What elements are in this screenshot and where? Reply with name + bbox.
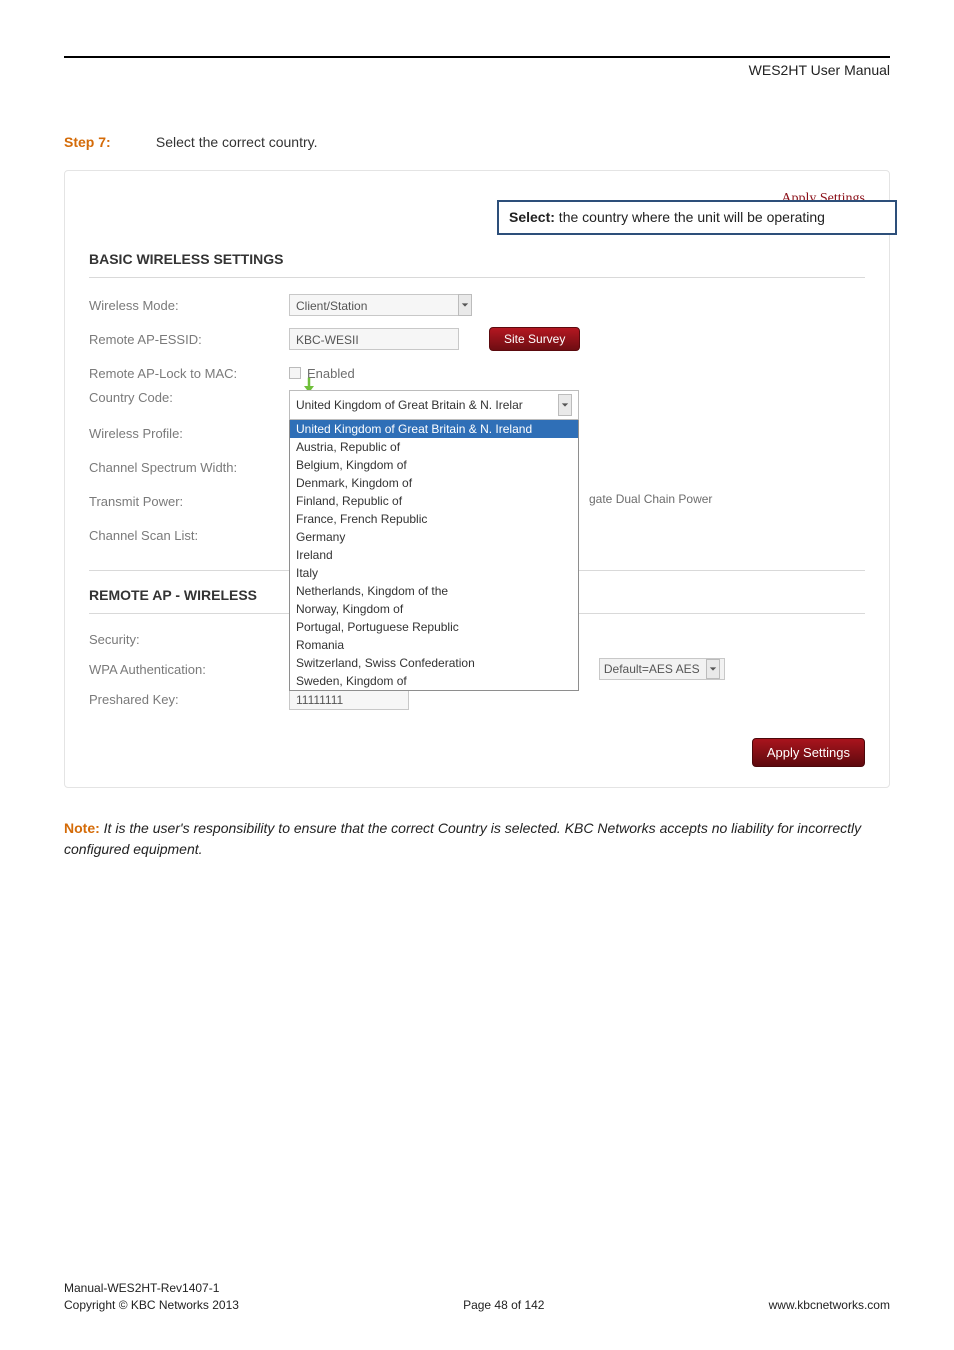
settings-panel: Apply Settings Select: the country where… <box>64 170 890 788</box>
wireless-mode-select[interactable]: Client/Station <box>289 294 459 316</box>
label-remote-mac: Remote AP-Lock to MAC: <box>89 366 289 381</box>
row-remote-mac: Remote AP-Lock to MAC: Enabled <box>89 356 865 390</box>
step-label: Step 7: <box>64 134 152 150</box>
country-option[interactable]: France, French Republic <box>290 510 578 528</box>
preshared-key-input[interactable]: 11111111 <box>289 688 409 710</box>
country-option[interactable]: Denmark, Kingdom of <box>290 474 578 492</box>
country-option[interactable]: Italy <box>290 564 578 582</box>
label-preshared-key: Preshared Key: <box>89 692 289 707</box>
country-code-dropdown-button[interactable] <box>558 394 572 416</box>
country-code-selected-text: United Kingdom of Great Britain & N. Ire… <box>296 398 523 412</box>
dual-chain-power-text: gate Dual Chain Power <box>589 492 712 506</box>
country-option[interactable]: Finland, Republic of <box>290 492 578 510</box>
callout-box: Select: the country where the unit will … <box>497 200 897 235</box>
footer-left-2: Copyright © KBC Networks 2013 <box>64 1297 239 1314</box>
doc-title: WES2HT User Manual <box>749 62 890 78</box>
note-text: It is the user's responsibility to ensur… <box>64 820 861 857</box>
note-bold: Note: <box>64 820 100 836</box>
country-option[interactable]: Sweden, Kingdom of <box>290 672 578 690</box>
cipher-type-value: Default=AES AES <box>604 662 700 676</box>
country-option[interactable]: Portugal, Portuguese Republic <box>290 618 578 636</box>
label-wireless-mode: Wireless Mode: <box>89 298 289 313</box>
footer-left-1: Manual-WES2HT-Rev1407-1 <box>64 1280 239 1297</box>
apply-settings-button[interactable]: Apply Settings <box>752 738 865 767</box>
section-title-remote: REMOTE AP - WIRELESS <box>89 587 257 603</box>
country-code-selected[interactable]: United Kingdom of Great Britain & N. Ire… <box>289 390 579 420</box>
step-text: Select the correct country. <box>156 134 318 150</box>
row-country-code: Country Code: United Kingdom of Great Br… <box>89 390 865 416</box>
callout-text: the country where the unit will be opera… <box>555 209 825 225</box>
site-survey-button[interactable]: Site Survey <box>489 327 580 351</box>
country-option[interactable]: Norway, Kingdom of <box>290 600 578 618</box>
footer-right: www.kbcnetworks.com <box>769 1297 890 1314</box>
country-option[interactable]: Switzerland, Swiss Confederation <box>290 654 578 672</box>
footer-center: Page 48 of 142 <box>463 1297 544 1314</box>
wireless-mode-dropdown-button[interactable] <box>458 294 472 316</box>
country-option[interactable]: Ireland <box>290 546 578 564</box>
label-transmit-power: Transmit Power: <box>89 494 289 509</box>
country-option[interactable]: Netherlands, Kingdom of the <box>290 582 578 600</box>
country-option[interactable]: Austria, Republic of <box>290 438 578 456</box>
cipher-type-select[interactable]: Default=AES AES <box>599 658 725 680</box>
label-wpa-auth: WPA Authentication: <box>89 662 289 677</box>
step-row: Step 7: Select the correct country. <box>64 134 890 150</box>
label-security: Security: <box>89 632 289 647</box>
cipher-type-dropdown-button[interactable] <box>706 659 720 679</box>
label-wireless-profile: Wireless Profile: <box>89 426 289 441</box>
remote-essid-input[interactable]: KBC-WESII <box>289 328 459 350</box>
row-remote-essid: Remote AP-ESSID: KBC-WESII Site Survey <box>89 322 865 356</box>
label-scan-list: Channel Scan List: <box>89 528 289 543</box>
country-code-dropdown[interactable]: United Kingdom of Great Britain & N. Ire… <box>289 390 579 691</box>
section-title-basic: BASIC WIRELESS SETTINGS <box>89 251 865 267</box>
country-option[interactable]: United Kingdom of Great Britain & N. Ire… <box>290 420 578 438</box>
row-wireless-mode: Wireless Mode: Client/Station <box>89 288 865 322</box>
country-code-option-list: United Kingdom of Great Britain & N. Ire… <box>289 420 579 691</box>
label-country-code: Country Code: <box>89 390 289 405</box>
callout-bold: Select: <box>509 209 555 225</box>
country-option[interactable]: Belgium, Kingdom of <box>290 456 578 474</box>
country-option[interactable]: Romania <box>290 636 578 654</box>
divider <box>89 277 865 278</box>
label-spectrum-width: Channel Spectrum Width: <box>89 460 289 475</box>
note-block: Note: It is the user's responsibility to… <box>64 818 890 860</box>
label-remote-essid: Remote AP-ESSID: <box>89 332 289 347</box>
page-footer: Manual-WES2HT-Rev1407-1 Copyright © KBC … <box>64 1280 890 1314</box>
country-option[interactable]: Germany <box>290 528 578 546</box>
